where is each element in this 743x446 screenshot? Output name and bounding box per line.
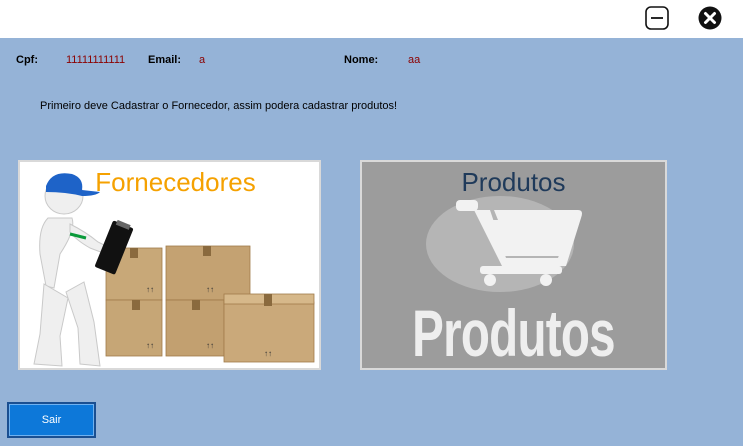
nome-label: Nome: [344, 54, 379, 66]
cpf-value: 11111111111 [66, 54, 126, 66]
close-circle-icon [698, 6, 722, 30]
svg-text:↑↑: ↑↑ [264, 349, 272, 358]
produtos-card[interactable]: Produtos Produtos [360, 160, 667, 370]
close-button[interactable] [697, 5, 723, 31]
main-panel: Cpf: 11111111111 Email: a Nome: aa Prime… [0, 38, 743, 446]
minimize-button[interactable] [644, 5, 670, 31]
svg-text:↑↑: ↑↑ [206, 285, 214, 294]
email-value: a [199, 54, 206, 66]
instruction-message: Primeiro deve Cadastrar o Fornecedor, as… [40, 100, 398, 112]
fornecedores-card[interactable]: ↑↑ ↑↑ ↑↑ ↑↑ ↑↑ Fornecedores [18, 160, 321, 370]
title-bar [0, 0, 743, 38]
nome-value: aa [408, 54, 421, 66]
svg-text:↑↑: ↑↑ [206, 341, 214, 350]
sair-button[interactable]: Sair [7, 402, 96, 438]
fornecedores-title: Fornecedores [95, 167, 256, 197]
cpf-label: Cpf: [16, 54, 38, 66]
svg-text:↑↑: ↑↑ [146, 341, 154, 350]
svg-text:↑↑: ↑↑ [146, 285, 154, 294]
email-label: Email: [148, 54, 182, 66]
produtos-title: Produtos [461, 167, 566, 197]
minimize-icon [645, 6, 669, 30]
produtos-image-text: Produtos [412, 296, 616, 370]
